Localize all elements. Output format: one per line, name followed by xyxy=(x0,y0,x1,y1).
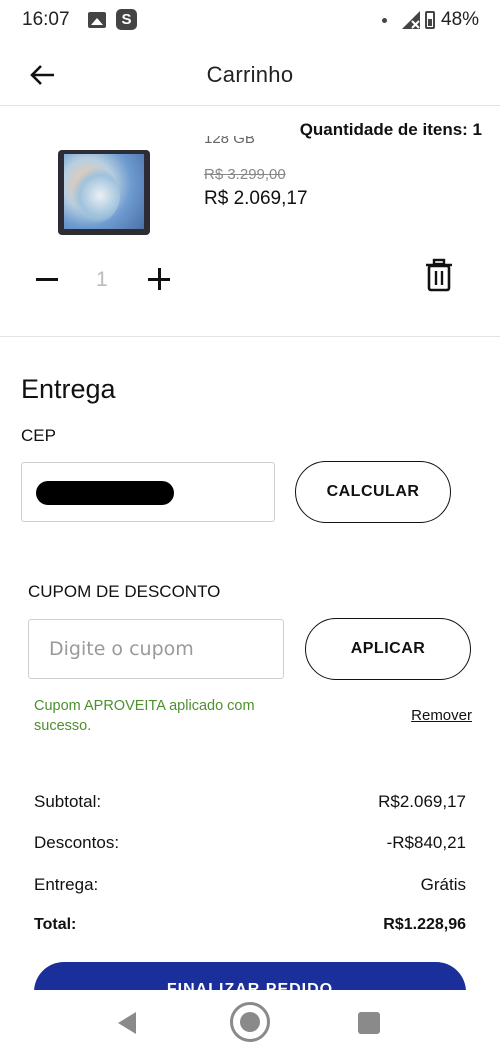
summary-row-total: Total: R$1.228,96 xyxy=(34,916,466,942)
summary-row-discounts: Descontos: -R$840,21 xyxy=(34,833,466,859)
summary-row-delivery: Entrega: Grátis xyxy=(34,875,466,901)
battery-icon xyxy=(425,11,435,29)
s-notification-icon: S xyxy=(116,9,137,30)
status-time: 16:07 xyxy=(22,9,70,30)
nav-home-icon[interactable] xyxy=(230,1002,270,1042)
nav-recents-icon[interactable] xyxy=(358,1012,380,1034)
summary-label: Subtotal: xyxy=(34,792,102,811)
summary-value: -R$840,21 xyxy=(386,833,466,852)
summary-row-subtotal: Subtotal: R$2.069,17 xyxy=(34,792,466,818)
delivery-title: Entrega xyxy=(21,374,116,404)
battery-percent: 48% xyxy=(441,9,480,30)
gallery-notification-icon xyxy=(88,12,106,28)
nav-back-icon[interactable] xyxy=(118,1012,136,1034)
summary-label: Total: xyxy=(34,916,77,933)
product-price: R$ 2.069,17 xyxy=(204,188,308,209)
signal-icon xyxy=(402,11,420,29)
summary-label: Descontos: xyxy=(34,833,120,852)
product-image[interactable] xyxy=(58,150,150,235)
calculate-shipping-button[interactable]: CALCULAR xyxy=(295,461,451,523)
cep-input[interactable] xyxy=(21,462,275,522)
app-header: Carrinho xyxy=(0,42,500,106)
system-nav-bar xyxy=(0,990,500,1056)
coupon-title: CUPOM DE DESCONTO xyxy=(28,582,221,601)
page-title: Carrinho xyxy=(206,62,294,87)
section-divider xyxy=(0,336,500,337)
items-quantity-label: Quantidade de itens: 1 xyxy=(299,120,482,139)
quantity-increase-button[interactable] xyxy=(148,266,172,292)
summary-value: R$2.069,17 xyxy=(378,792,466,811)
summary-label: Entrega: xyxy=(34,875,99,894)
apply-coupon-button[interactable]: APLICAR xyxy=(305,618,471,680)
remove-item-button[interactable] xyxy=(424,258,454,292)
product-old-price: R$ 3.299,00 xyxy=(204,166,286,183)
quantity-value: 1 xyxy=(96,268,108,291)
cep-label: CEP xyxy=(21,426,56,445)
summary-value: Grátis xyxy=(420,875,466,894)
remove-coupon-link[interactable]: Remover xyxy=(411,707,472,724)
product-name: 128 GB xyxy=(204,136,255,147)
trash-icon xyxy=(426,258,452,292)
coupon-success-message: Cupom APROVEITA aplicado com sucesso. xyxy=(34,698,255,734)
redacted-value xyxy=(36,481,174,505)
minus-icon xyxy=(36,278,58,281)
summary-value: R$1.228,96 xyxy=(383,916,466,933)
notification-dot-icon xyxy=(382,18,387,23)
coupon-input[interactable] xyxy=(28,619,284,679)
status-bar: 16:07 S 48% xyxy=(0,0,500,42)
